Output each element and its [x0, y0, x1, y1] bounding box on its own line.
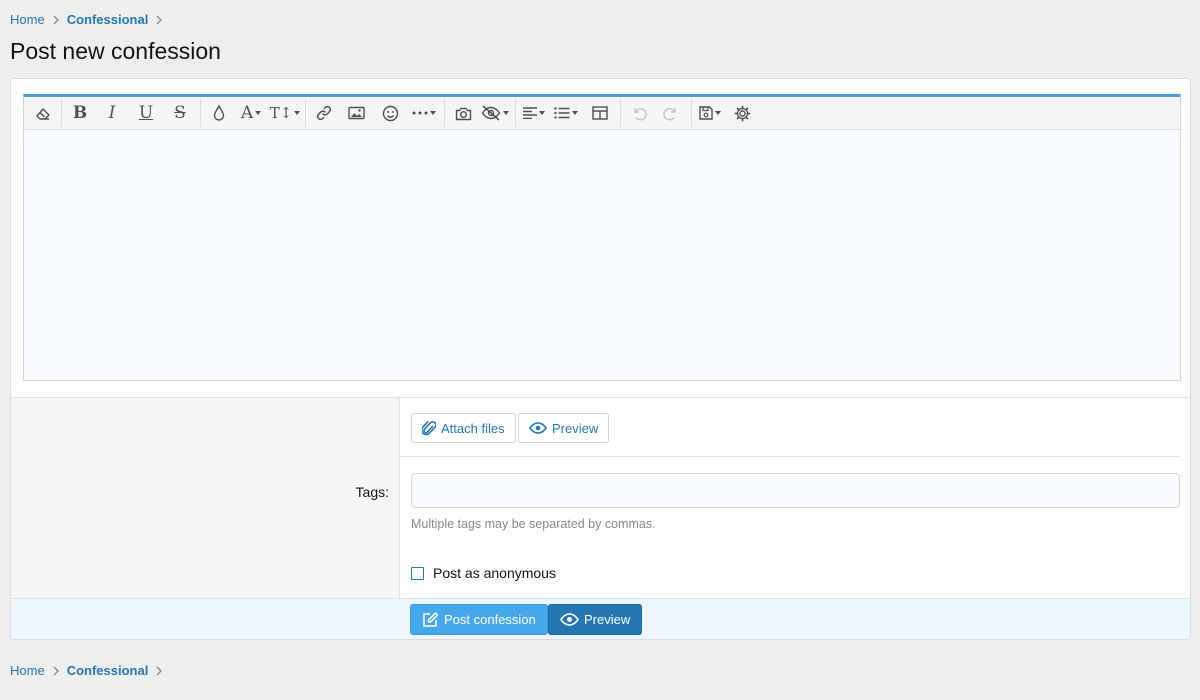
redo-icon[interactable]	[654, 100, 688, 126]
form-divider	[400, 456, 1181, 457]
tags-input[interactable]	[411, 473, 1180, 508]
preview-secondary-label: Preview	[552, 420, 599, 436]
eye-icon	[529, 422, 547, 434]
chevron-right-icon	[156, 666, 163, 676]
link-icon[interactable]	[309, 100, 339, 126]
image-icon[interactable]	[339, 100, 373, 126]
tags-label: Tags:	[355, 484, 389, 500]
preview-secondary-button[interactable]: Preview	[518, 413, 610, 443]
italic-icon[interactable]: I	[95, 100, 129, 126]
breadcrumb-bottom: Home Confessional	[10, 663, 170, 678]
form-submit-row: Post confession Preview	[11, 598, 1190, 639]
gear-icon[interactable]	[725, 100, 759, 126]
toolbar-divider	[200, 99, 201, 127]
attach-files-button[interactable]: Attach files	[411, 413, 516, 443]
toolbar-divider	[305, 99, 306, 127]
underline-icon[interactable]: U	[129, 100, 163, 126]
editor-text-area[interactable]	[24, 130, 1180, 380]
paperclip-icon	[422, 421, 436, 436]
eye-icon	[560, 613, 579, 626]
anonymous-checkbox[interactable]	[411, 566, 424, 580]
preview-label: Preview	[584, 612, 631, 627]
preview-button[interactable]: Preview	[548, 604, 643, 635]
breadcrumb: Home Confessional	[10, 12, 170, 27]
page-title: Post new confession	[10, 38, 221, 64]
form-input-column: Attach files Preview Multiple tags may b…	[400, 397, 1190, 598]
anonymous-option[interactable]: Post as anonymous	[411, 565, 556, 581]
toolbar-divider	[444, 99, 445, 127]
media-camera-icon[interactable]	[448, 100, 478, 126]
font-size-icon[interactable]: T↕	[268, 100, 302, 126]
smilie-icon[interactable]	[373, 100, 407, 126]
spoiler-hide-icon[interactable]	[478, 100, 512, 126]
rich-text-editor: B I U S A T↕	[23, 94, 1181, 381]
breadcrumb-confessional-link[interactable]: Confessional	[67, 663, 149, 678]
post-form-panel: B I U S A T↕ Tags: Attach files Preview …	[10, 78, 1191, 640]
form-label-column: Tags:	[11, 397, 400, 598]
more-icon[interactable]	[407, 100, 441, 126]
toolbar-divider	[691, 99, 692, 127]
toolbar-divider	[515, 99, 516, 127]
table-icon[interactable]	[583, 100, 617, 126]
strikethrough-icon[interactable]: S	[163, 100, 197, 126]
align-left-icon[interactable]	[519, 100, 549, 126]
anonymous-label: Post as anonymous	[433, 565, 556, 581]
toolbar-divider	[61, 99, 62, 127]
list-icon[interactable]	[549, 100, 583, 126]
post-confession-button[interactable]: Post confession	[410, 604, 548, 635]
text-color-icon[interactable]	[204, 100, 234, 126]
attach-files-label: Attach files	[441, 420, 505, 436]
tags-hint: Multiple tags may be separated by commas…	[411, 517, 656, 531]
font-family-icon[interactable]: A	[234, 100, 268, 126]
post-confession-label: Post confession	[444, 612, 536, 627]
toolbar-divider	[620, 99, 621, 127]
undo-icon[interactable]	[624, 100, 654, 126]
edit-icon	[423, 611, 439, 627]
drafts-save-icon[interactable]	[695, 100, 725, 126]
bold-icon[interactable]: B	[65, 100, 95, 126]
chevron-right-icon	[53, 666, 59, 676]
chevron-right-icon	[156, 15, 163, 25]
eraser-icon[interactable]	[28, 100, 58, 126]
editor-toolbar: B I U S A T↕	[24, 97, 1180, 130]
breadcrumb-home-link[interactable]: Home	[10, 663, 45, 678]
breadcrumb-home-link[interactable]: Home	[10, 12, 45, 27]
breadcrumb-confessional-link[interactable]: Confessional	[67, 12, 149, 27]
chevron-right-icon	[53, 15, 59, 25]
